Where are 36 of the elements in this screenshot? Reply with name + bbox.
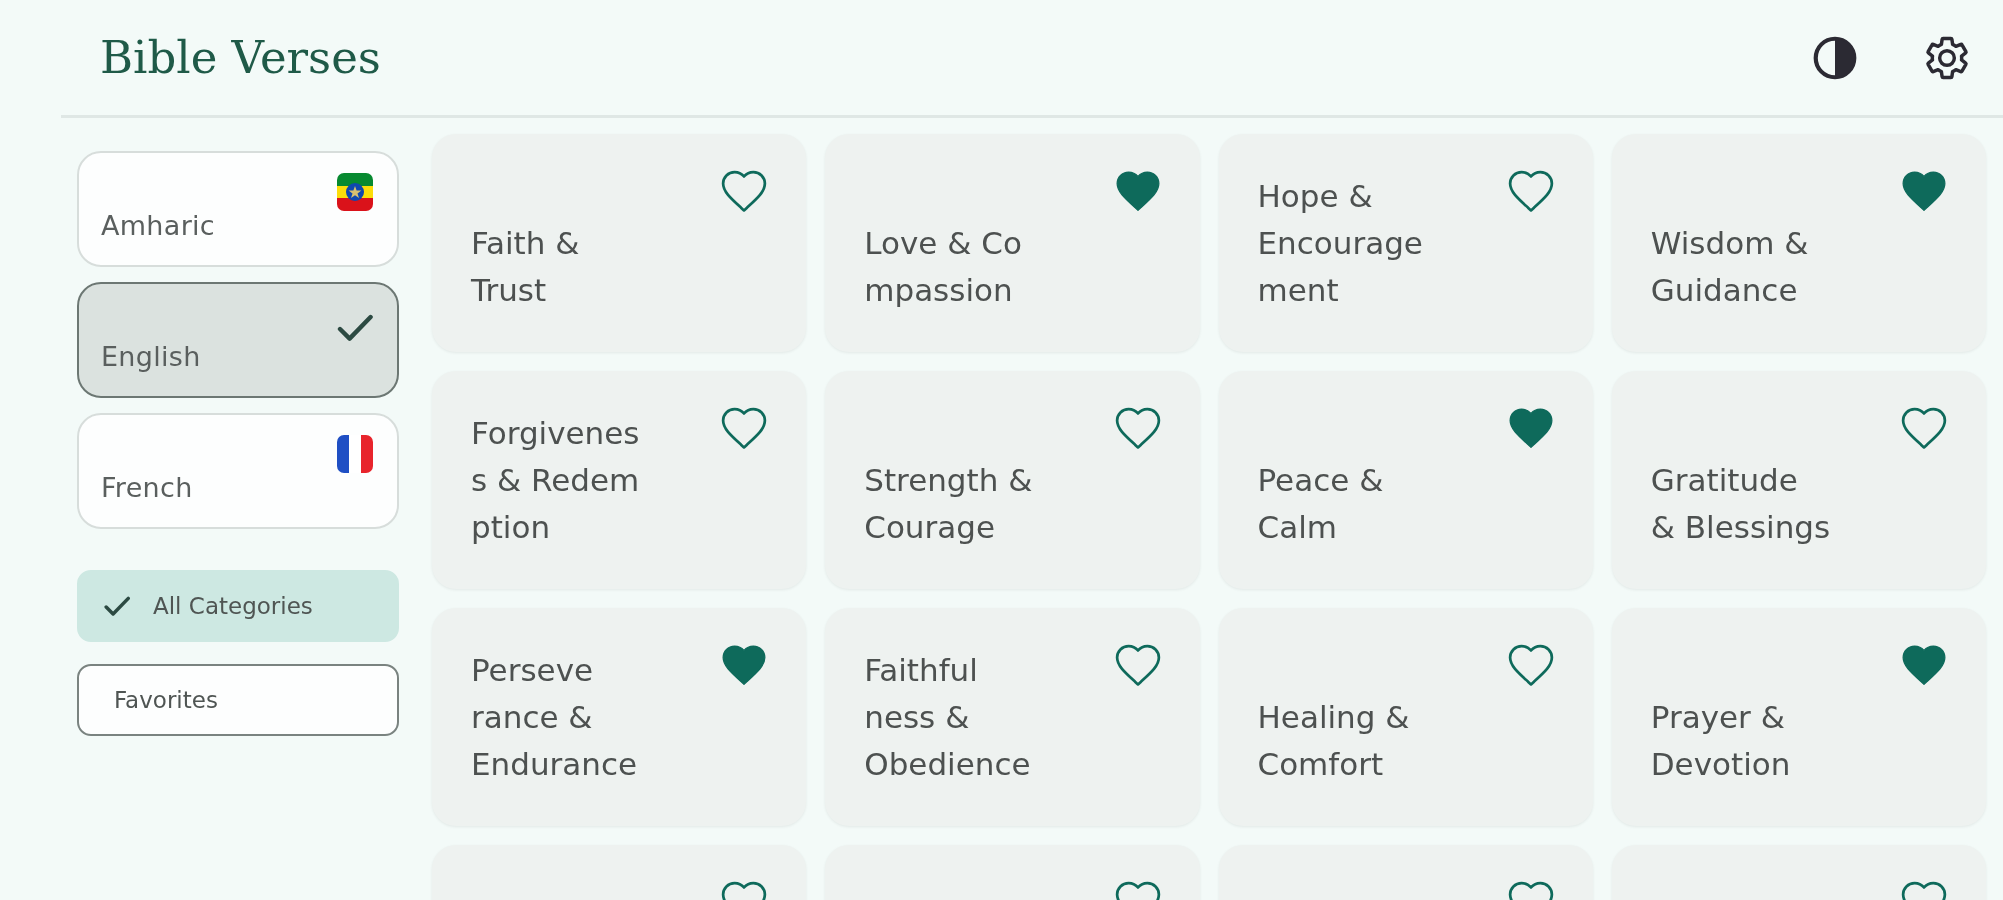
contrast-icon[interactable] bbox=[1813, 35, 1857, 80]
category-card[interactable]: Faith & Trust bbox=[432, 134, 807, 352]
category-card[interactable]: Healing & Comfort bbox=[1218, 608, 1593, 826]
category-card[interactable]: Peace & Calm bbox=[1218, 371, 1593, 589]
heart-icon[interactable] bbox=[721, 644, 768, 687]
heart-icon[interactable] bbox=[1901, 644, 1947, 687]
category-card[interactable]: Perseve rance & Endurance bbox=[432, 608, 807, 826]
heart-icon[interactable] bbox=[1114, 407, 1161, 450]
flag-icon bbox=[337, 173, 373, 211]
heart-icon[interactable] bbox=[721, 170, 768, 213]
category-card[interactable]: Wisdom & Guidance bbox=[1611, 134, 1986, 352]
heart-icon[interactable] bbox=[1507, 644, 1554, 687]
heart-icon[interactable] bbox=[721, 407, 768, 450]
heart-icon[interactable] bbox=[1901, 170, 1947, 213]
language-option[interactable]: French bbox=[77, 413, 399, 529]
check-icon bbox=[337, 314, 373, 341]
flag-icon bbox=[337, 435, 373, 473]
heart-icon[interactable] bbox=[1114, 644, 1161, 687]
category-card[interactable]: Hope & Encourage ment bbox=[1218, 134, 1593, 352]
category-card[interactable]: Faithful ness & Obedience bbox=[825, 608, 1200, 826]
settings-icon[interactable] bbox=[1925, 35, 1969, 80]
category-card[interactable]: Prayer & Devotion bbox=[1611, 608, 1986, 826]
check-icon bbox=[104, 596, 130, 616]
heart-icon[interactable] bbox=[1507, 170, 1554, 213]
filter-chip[interactable]: All Categories bbox=[77, 570, 399, 642]
category-card[interactable]: Gratitude & Blessings bbox=[1611, 371, 1986, 589]
app-title: Bible Verses bbox=[100, 31, 381, 84]
category-card[interactable]: Forgivenes s & Redem ption bbox=[432, 371, 807, 589]
language-option[interactable]: Amharic bbox=[77, 151, 399, 267]
heart-icon[interactable] bbox=[1507, 407, 1554, 450]
heart-icon[interactable] bbox=[1901, 407, 1947, 450]
language-option[interactable]: English bbox=[77, 282, 399, 398]
category-card[interactable]: Strength & Courage bbox=[825, 371, 1200, 589]
category-card[interactable]: Love & Co mpassion bbox=[825, 134, 1200, 352]
filter-chip[interactable]: Favorites bbox=[77, 664, 399, 736]
heart-icon[interactable] bbox=[1114, 170, 1161, 213]
